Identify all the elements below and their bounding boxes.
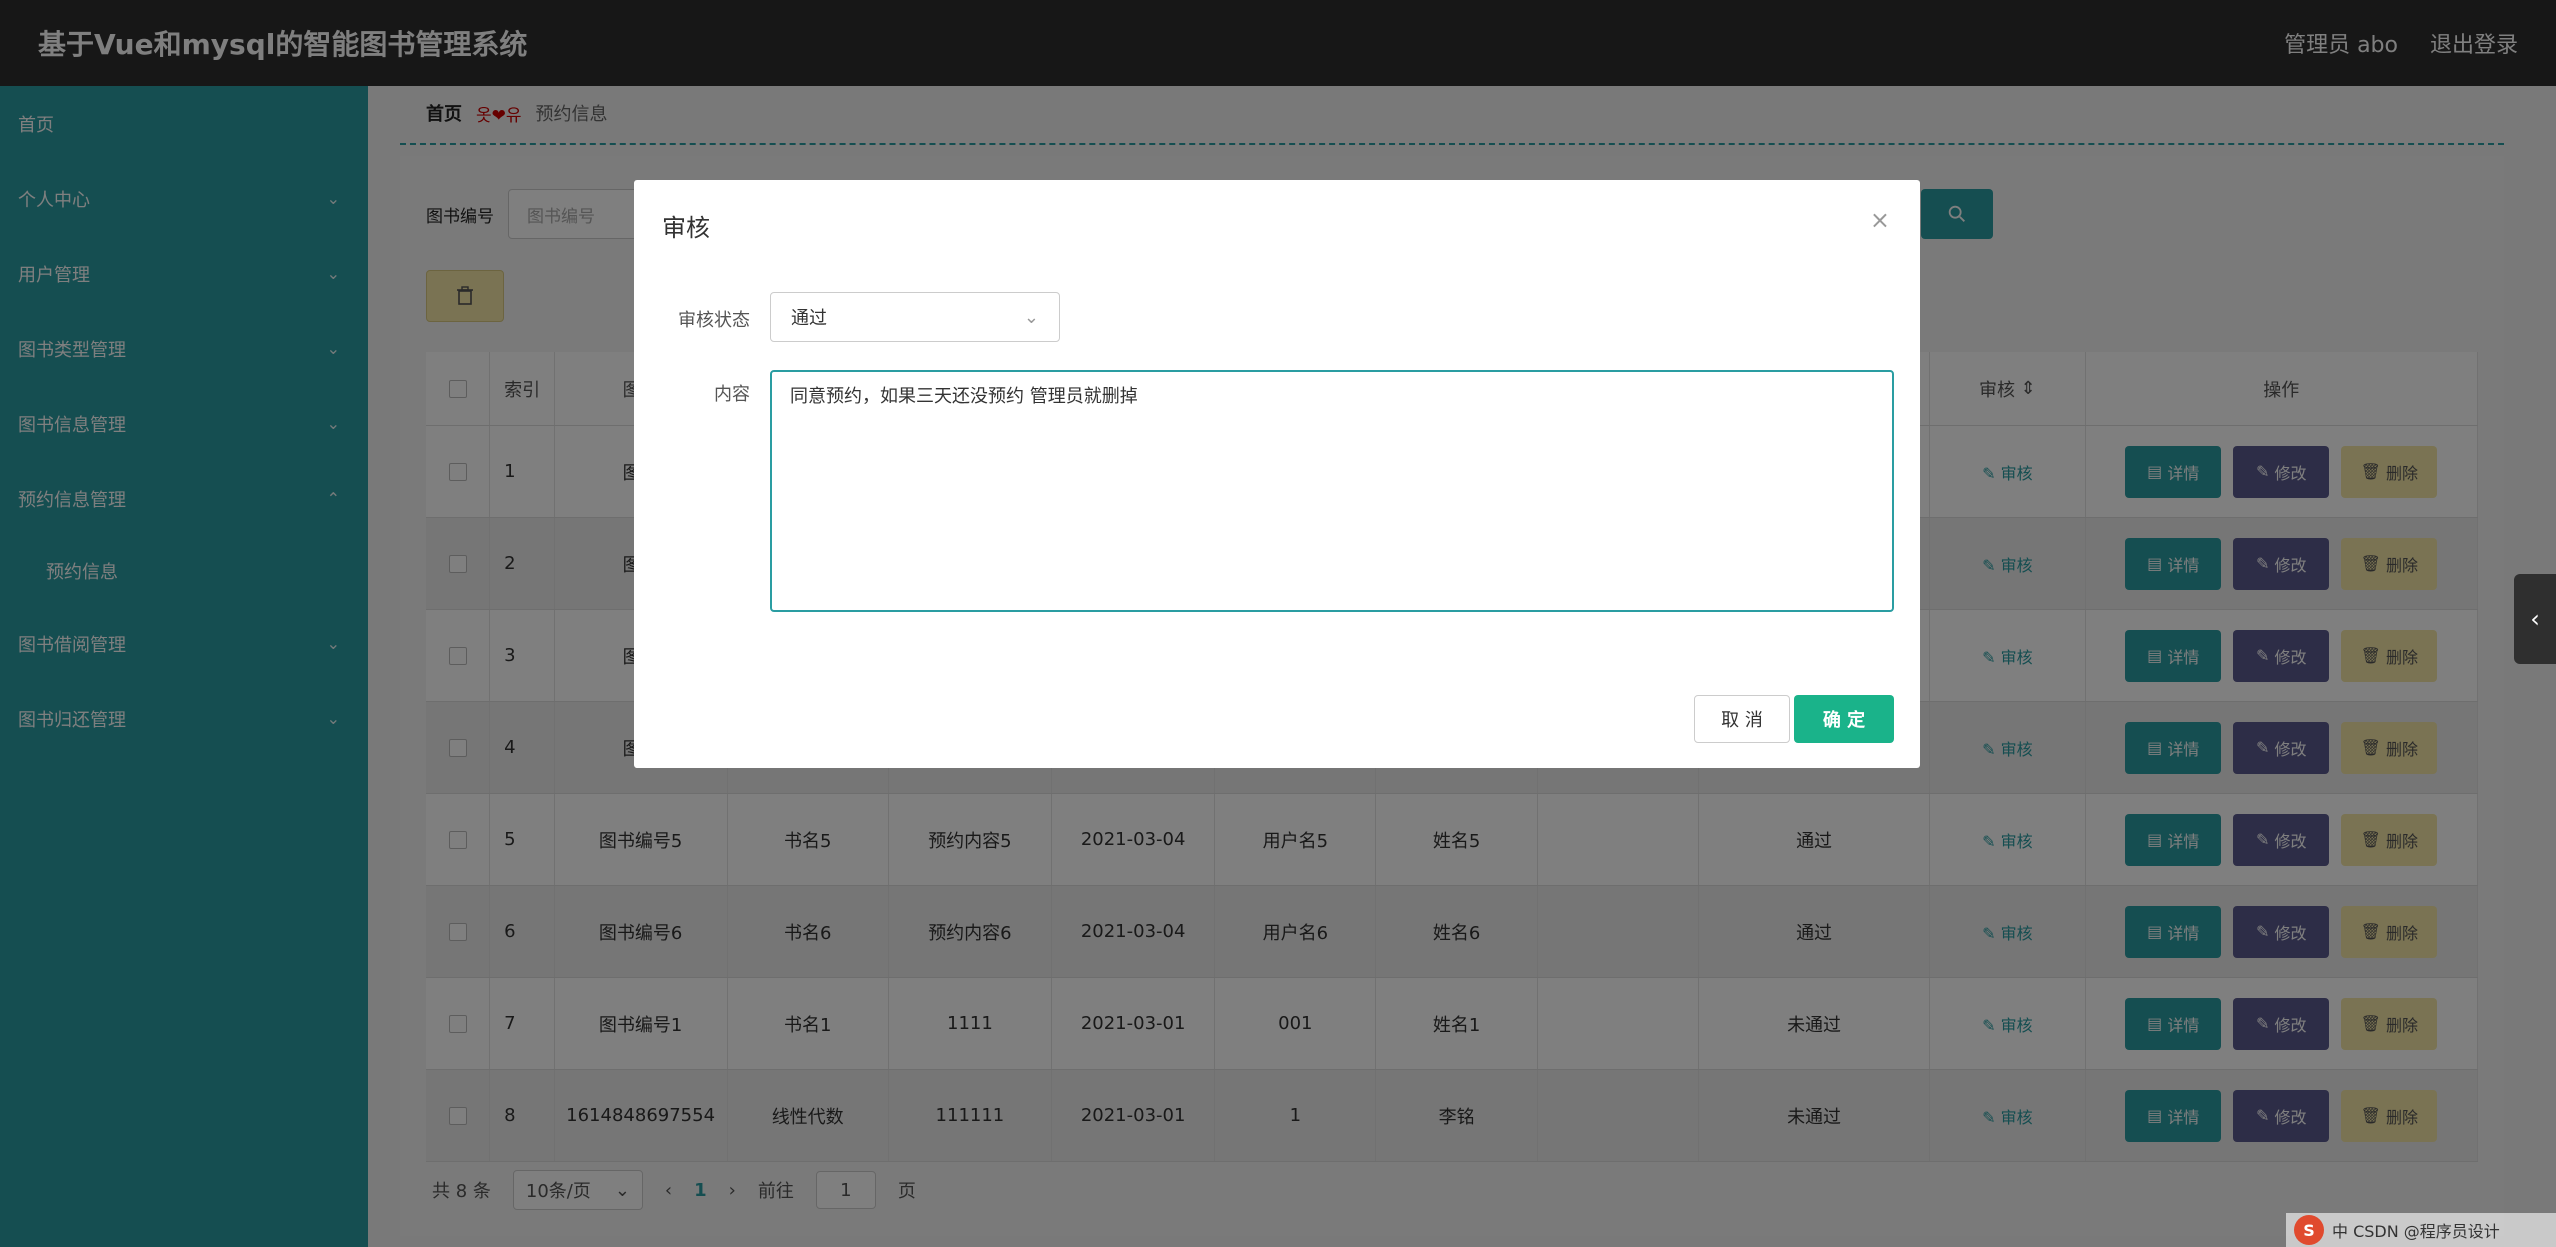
content-label: 内容	[714, 384, 750, 405]
ime-text: 中 CSDN @程序员设计	[2332, 1222, 2500, 1241]
cancel-button[interactable]: 取 消	[1694, 695, 1790, 743]
close-icon[interactable]: ×	[1870, 206, 1890, 234]
status-select[interactable]: 通过 ⌄	[770, 292, 1060, 342]
confirm-button[interactable]: 确 定	[1794, 695, 1894, 743]
chevron-left-icon: ‹	[2530, 605, 2540, 633]
collapse-panel-button[interactable]: ‹	[2514, 574, 2556, 664]
sogou-logo-icon: S	[2294, 1215, 2324, 1245]
status-value: 通过	[791, 308, 827, 329]
status-label: 审核状态	[678, 310, 750, 331]
ime-toolbar: S 中 CSDN @程序员设计	[2286, 1213, 2556, 1247]
content-textarea[interactable]: 同意预约，如果三天还没预约 管理员就删掉	[770, 370, 1894, 612]
chevron-down-icon: ⌄	[1023, 306, 1039, 328]
dialog-title: 审核	[662, 214, 710, 242]
audit-dialog: 审核 × 审核状态 通过 ⌄ 内容 同意预约，如果三天还没预约 管理员就删掉 取…	[634, 180, 1920, 768]
